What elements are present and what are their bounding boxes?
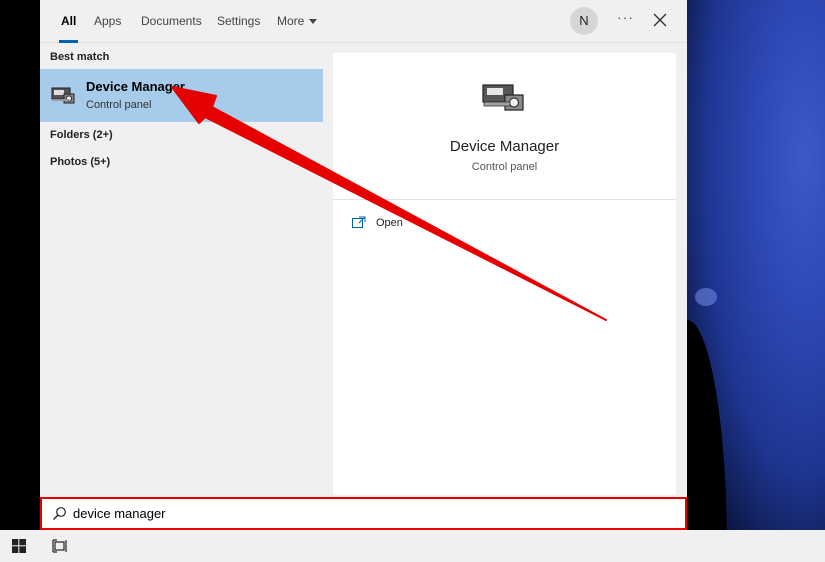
task-view-icon	[52, 539, 67, 553]
open-action[interactable]: Open	[352, 215, 472, 235]
open-icon	[352, 216, 366, 228]
group-photos[interactable]: Photos (5+)	[50, 156, 110, 168]
detail-header: Device Manager Control panel	[333, 53, 676, 200]
detail-subtitle: Control panel	[471, 161, 538, 173]
device-manager-large-icon	[479, 79, 529, 119]
close-button[interactable]	[651, 11, 669, 29]
windows-logo-icon	[12, 539, 26, 553]
desktop-left-edge	[0, 0, 40, 530]
user-avatar[interactable]: N	[570, 7, 598, 35]
result-detail-pane: Device Manager Control panel Open	[333, 53, 676, 495]
search-icon	[53, 507, 66, 520]
search-tabs: All Apps Documents Settings More N ···	[40, 0, 687, 43]
close-icon	[653, 13, 667, 27]
best-match-title: Device Manager	[86, 79, 185, 94]
tab-apps[interactable]: Apps	[94, 0, 121, 42]
search-input[interactable]	[73, 503, 633, 523]
search-panel: All Apps Documents Settings More N ··· B…	[40, 0, 687, 530]
tab-settings[interactable]: Settings	[217, 0, 260, 42]
wallpaper-detail	[695, 288, 717, 306]
desktop-wallpaper	[687, 0, 825, 530]
best-match-subtitle: Control panel	[86, 99, 152, 111]
tab-documents[interactable]: Documents	[141, 0, 202, 42]
group-folders[interactable]: Folders (2+)	[50, 129, 113, 141]
chevron-down-icon	[309, 19, 318, 25]
taskbar	[0, 530, 825, 562]
start-button[interactable]	[12, 539, 26, 553]
tab-all[interactable]: All	[58, 0, 79, 43]
best-match-result[interactable]: Device Manager Control panel	[40, 69, 323, 122]
task-view-button[interactable]	[52, 539, 68, 553]
more-options-button[interactable]: ···	[617, 9, 634, 25]
open-label: Open	[376, 217, 403, 229]
search-box[interactable]	[40, 497, 687, 530]
tab-more[interactable]: More	[277, 0, 318, 42]
wallpaper-space	[687, 320, 727, 530]
device-manager-icon	[50, 82, 76, 108]
best-match-heading: Best match	[50, 51, 110, 63]
detail-title: Device Manager	[449, 138, 560, 155]
tab-more-label: More	[277, 14, 305, 28]
